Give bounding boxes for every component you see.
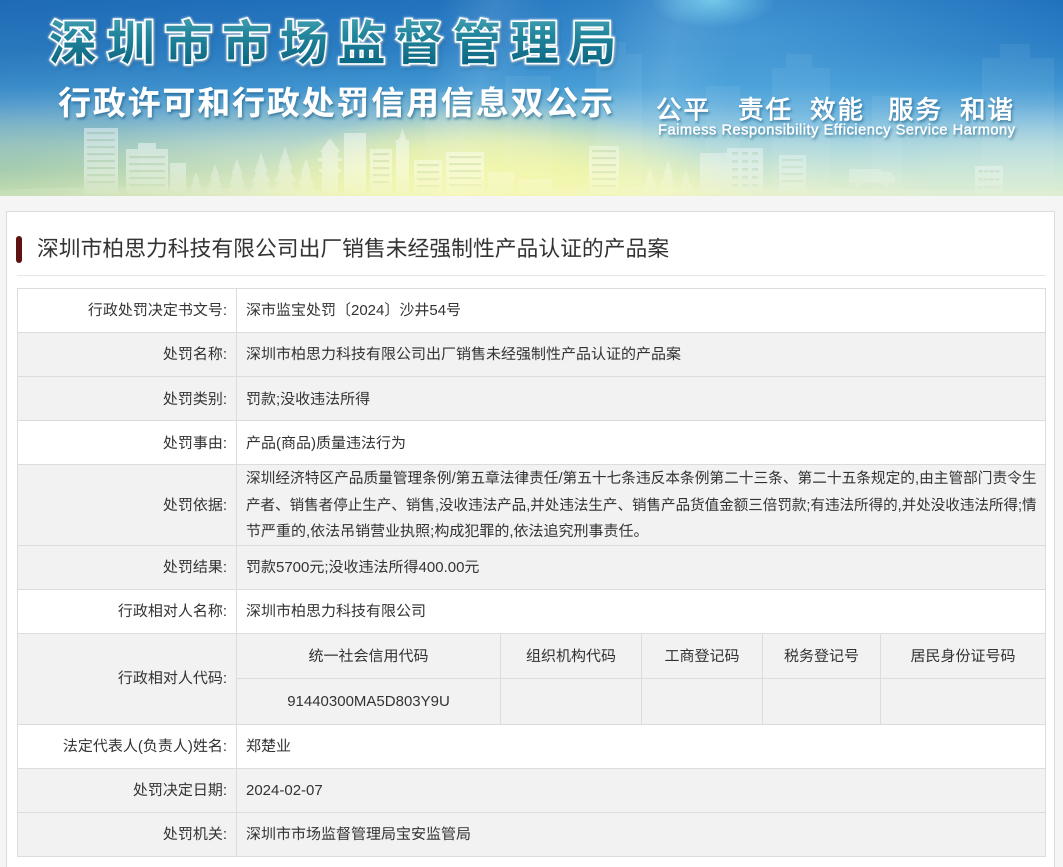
- svg-text:责任: 责任: [738, 90, 793, 127]
- svg-text:效能: 效能: [810, 90, 865, 127]
- svg-text:行政许可和行政处罚信用信息双公示: 行政许可和行政处罚信用信息双公示: [58, 77, 615, 125]
- svg-text:公平: 公平: [656, 90, 711, 127]
- svg-text:和谐: 和谐: [960, 90, 1015, 127]
- svg-text:服务: 服务: [888, 90, 943, 127]
- svg-text:Faimess Responsibility Effic: Faimess Responsibility Efficiency Servic…: [658, 123, 1016, 139]
- svg-text:深圳市市场监督管理局: 深圳市市场监督管理局: [49, 4, 626, 74]
